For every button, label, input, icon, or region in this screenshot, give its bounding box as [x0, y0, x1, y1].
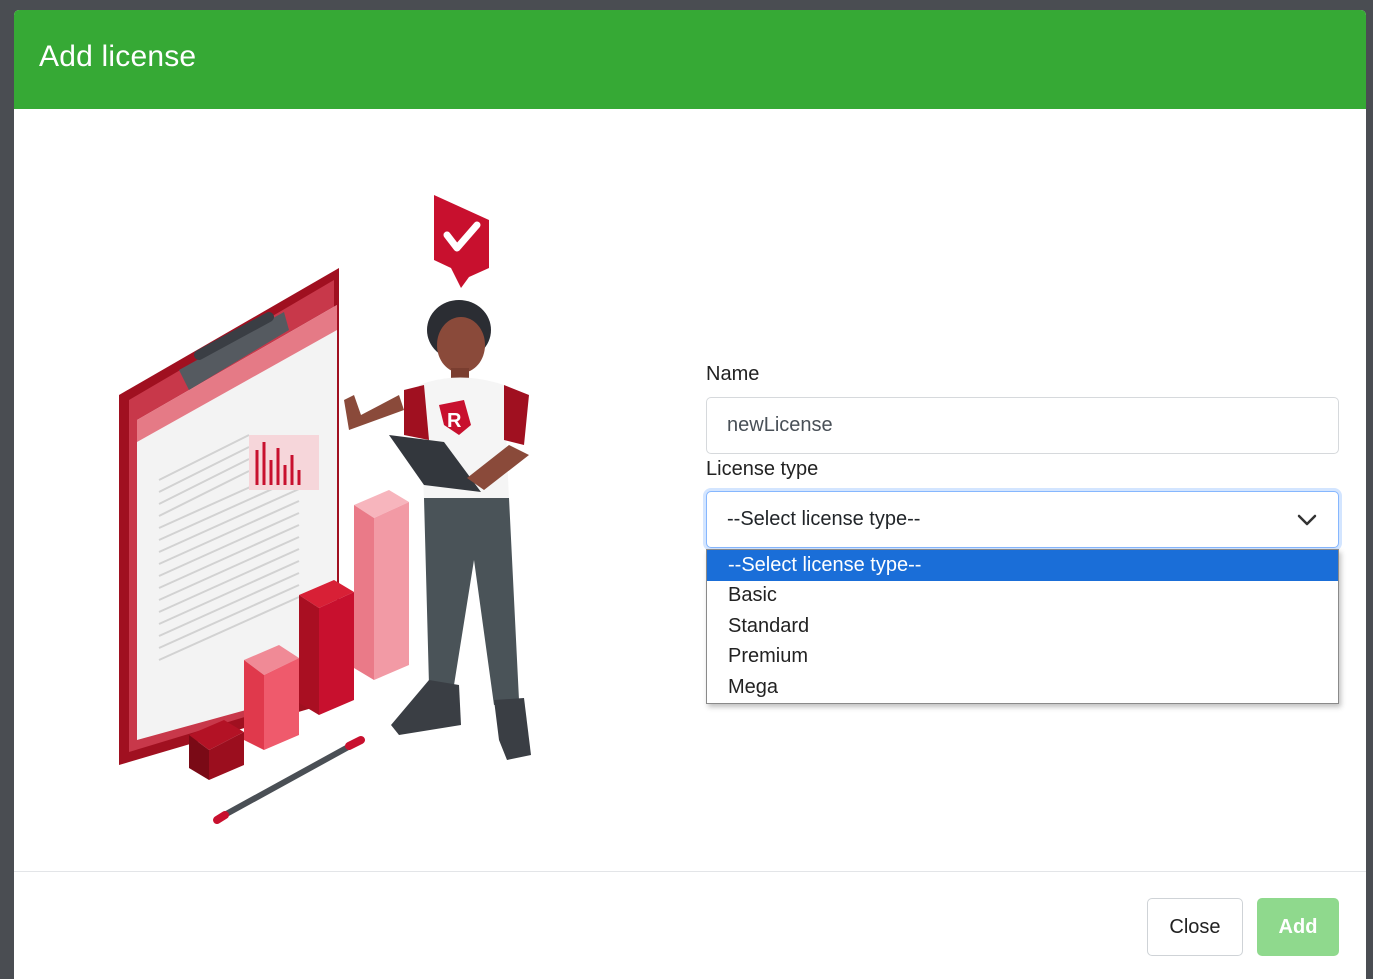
name-label: Name	[706, 363, 760, 385]
svg-text:R: R	[447, 410, 462, 432]
license-type-option[interactable]: --Select license type--	[707, 550, 1338, 581]
license-illustration: R	[119, 195, 531, 824]
add-button[interactable]: Add	[1257, 898, 1339, 956]
close-button[interactable]: Close	[1147, 898, 1243, 956]
license-type-option[interactable]: Mega	[707, 672, 1338, 703]
license-type-label: License type	[706, 458, 819, 480]
footer-divider	[14, 871, 1366, 872]
license-type-option[interactable]: Standard	[707, 611, 1338, 642]
license-type-option[interactable]: Basic	[707, 581, 1338, 612]
license-type-selected-value: --Select license type--	[727, 508, 921, 530]
name-input[interactable]: newLicense	[706, 397, 1339, 454]
name-input-value: newLicense	[727, 414, 833, 436]
license-type-select[interactable]: --Select license type--	[706, 491, 1339, 548]
license-type-dropdown: --Select license type-- Basic Standard P…	[706, 549, 1339, 704]
chevron-down-icon	[1297, 514, 1317, 525]
modal-title: Add license	[39, 40, 197, 73]
license-type-option[interactable]: Premium	[707, 642, 1338, 673]
add-license-modal: Add license R Name newLicense License ty…	[14, 10, 1366, 979]
modal-header: Add license	[14, 10, 1366, 109]
